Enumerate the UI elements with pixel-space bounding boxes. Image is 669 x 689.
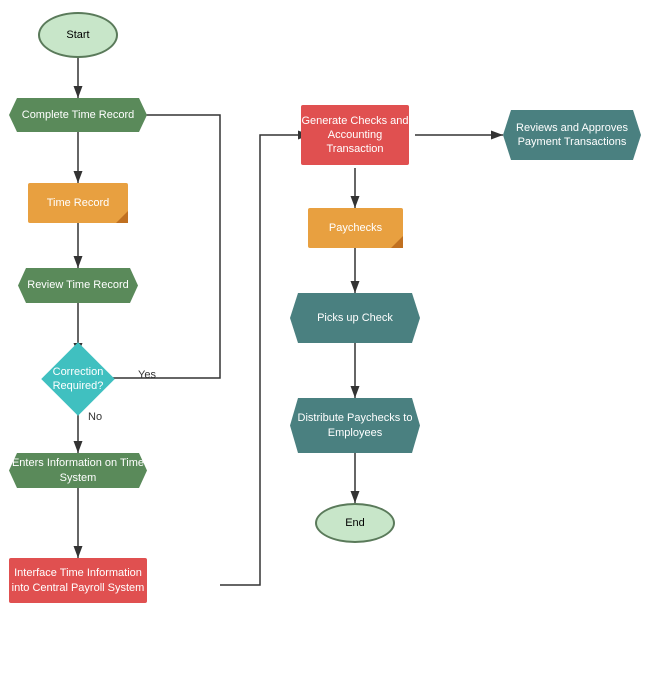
complete-time-record-node: Complete Time Record [9,98,147,132]
generate-checks-node: Generate Checks and Accounting Transacti… [301,105,409,165]
flowchart-diagram: Start Complete Time Record Time Record R… [0,0,669,689]
correction-required-label: Correction Required? [38,353,118,405]
distribute-paychecks-node: Distribute Paychecks to Employees [290,398,420,453]
picks-up-check-node: Picks up Check [290,293,420,343]
time-record-node: Time Record [28,183,128,223]
end-node: End [315,503,395,543]
interface-time-node: Interface Time Information into Central … [9,558,147,603]
yes-label: Yes [138,368,156,382]
reviews-approves-node: Reviews and Approves Payment Transaction… [503,110,641,160]
start-node: Start [38,12,118,58]
enters-information-node: Enters Information on Time System [9,453,147,488]
no-label: No [88,410,102,424]
paychecks-node: Paychecks [308,208,403,248]
review-time-record-node: Review Time Record [18,268,138,303]
